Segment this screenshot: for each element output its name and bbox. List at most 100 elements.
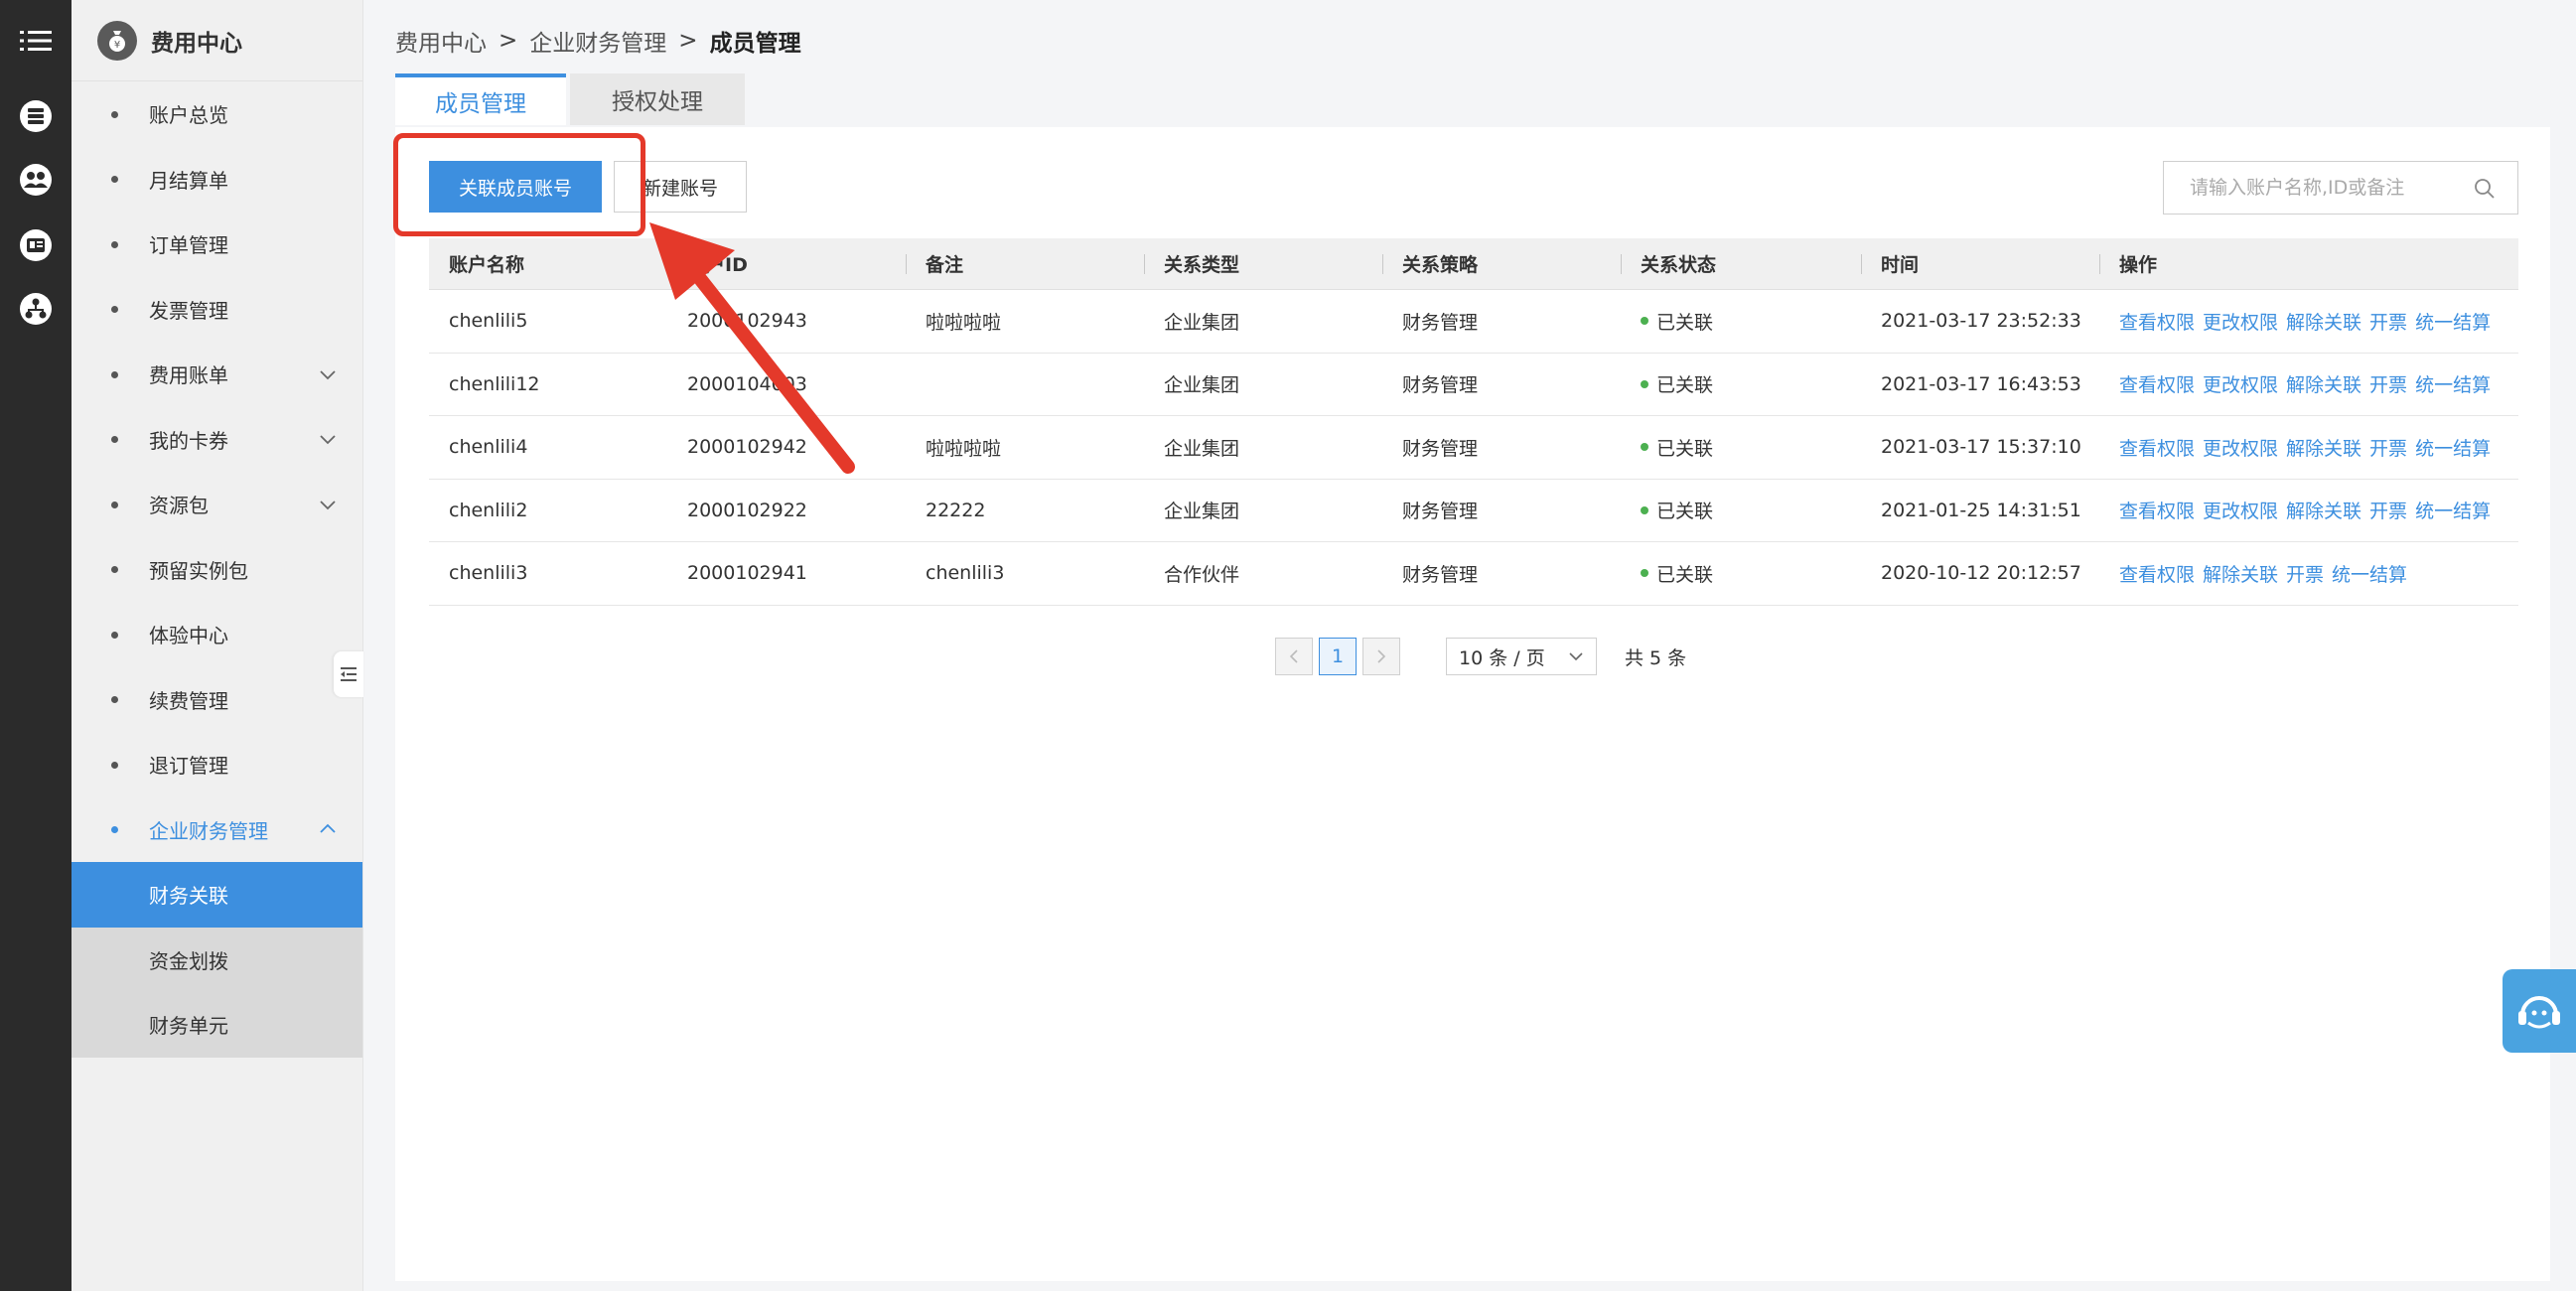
- unified-settlement-link[interactable]: 统一结算: [2415, 370, 2491, 397]
- invoice-link[interactable]: 开票: [2369, 370, 2407, 397]
- cell-account-name: chenlili4: [449, 436, 528, 459]
- chat-robot-icon[interactable]: [2503, 969, 2576, 1053]
- unlink-link[interactable]: 解除关联: [2286, 370, 2361, 397]
- column-header: 关系类型: [1144, 238, 1382, 290]
- column-header: 备注: [906, 238, 1144, 290]
- sidebar-item-resource-packs[interactable]: 资源包: [72, 472, 362, 537]
- cell-relation-type: 企业集团: [1164, 501, 1240, 523]
- sidebar-item-label: 退订管理: [149, 754, 228, 779]
- invoice-link[interactable]: 开票: [2369, 308, 2407, 335]
- cell-remark: 22222: [926, 499, 986, 521]
- view-permission-link[interactable]: 查看权限: [2119, 370, 2195, 397]
- unlink-link[interactable]: 解除关联: [2203, 560, 2278, 587]
- collapse-sidebar-icon[interactable]: [334, 651, 363, 697]
- org-chart-icon[interactable]: [0, 276, 72, 342]
- sidebar-item-coupons[interactable]: 我的卡券: [72, 407, 362, 473]
- status-text: 已关联: [1656, 437, 1714, 460]
- cell-time: 2020-10-12 20:12:57: [1881, 562, 2081, 585]
- cell-account-name: chenlili2: [449, 499, 528, 521]
- breadcrumb-enterprise-finance[interactable]: 企业财务管理: [529, 24, 666, 58]
- unified-settlement-link[interactable]: 统一结算: [2415, 308, 2491, 335]
- sidebar-item-monthly-statement[interactable]: 月结算单: [72, 147, 362, 213]
- menu-icon[interactable]: [0, 8, 72, 73]
- cell-remark: chenlili3: [926, 562, 1005, 585]
- change-permission-link[interactable]: 更改权限: [2203, 308, 2278, 335]
- unified-settlement-link[interactable]: 统一结算: [2415, 497, 2491, 523]
- page-size-select[interactable]: 10 条 / 页: [1446, 638, 1597, 675]
- change-permission-link[interactable]: 更改权限: [2203, 434, 2278, 461]
- bullet-icon: [111, 306, 118, 314]
- prev-page-button[interactable]: [1275, 638, 1313, 675]
- cell-relation-policy: 财务管理: [1402, 374, 1479, 397]
- breadcrumb-separator: >: [499, 28, 518, 54]
- content-panel: 关联成员账号 新建账号 账户名称 账户ID 备注 关系类型 关系策略 关系状态 …: [395, 127, 2550, 1281]
- table-row: chenlili2 2000102922 22222 企业集团 财务管理 已关联…: [429, 480, 2518, 542]
- cell-relation-status: 已关联: [1621, 497, 1861, 523]
- status-dot-icon: [1641, 569, 1648, 578]
- bullet-icon: [111, 501, 118, 508]
- search-box: [2163, 161, 2518, 215]
- column-header: 操作: [2099, 238, 2518, 290]
- view-permission-link[interactable]: 查看权限: [2119, 434, 2195, 461]
- sidebar-item-reserved-instances[interactable]: 预留实例包: [72, 537, 362, 603]
- unlink-link[interactable]: 解除关联: [2286, 308, 2361, 335]
- sidebar-item-bills[interactable]: 费用账单: [72, 342, 362, 407]
- invoice-link[interactable]: 开票: [2286, 560, 2324, 587]
- new-account-button[interactable]: 新建账号: [614, 161, 747, 213]
- unified-settlement-link[interactable]: 统一结算: [2332, 560, 2407, 587]
- cell-remark: 啦啦啦啦: [926, 311, 1002, 334]
- invoice-link[interactable]: 开票: [2369, 434, 2407, 461]
- column-header: 账户名称: [449, 254, 525, 276]
- money-bag-icon: ¥: [97, 20, 137, 61]
- view-permission-link[interactable]: 查看权限: [2119, 560, 2195, 587]
- member-table: 账户名称 账户ID 备注 关系类型 关系策略 关系状态 时间 操作 chenli…: [429, 238, 2518, 606]
- change-permission-link[interactable]: 更改权限: [2203, 497, 2278, 523]
- view-permission-link[interactable]: 查看权限: [2119, 497, 2195, 523]
- sidebar-header: ¥ 费用中心: [72, 0, 362, 81]
- tab-authorization[interactable]: 授权处理: [570, 73, 745, 125]
- next-page-button[interactable]: [1362, 638, 1400, 675]
- page-1-button[interactable]: 1: [1319, 638, 1357, 675]
- cell-relation-type: 企业集团: [1164, 311, 1240, 334]
- search-input[interactable]: [2164, 163, 2462, 213]
- view-permission-link[interactable]: 查看权限: [2119, 308, 2195, 335]
- sidebar-title: 费用中心: [151, 30, 242, 57]
- sidebar-item-account-overview[interactable]: 账户总览: [72, 81, 362, 147]
- search-icon[interactable]: [2474, 178, 2496, 200]
- database-icon[interactable]: [0, 83, 72, 149]
- column-header: 时间: [1861, 238, 2099, 290]
- total-count: 共 5 条: [1625, 646, 1687, 669]
- bullet-icon: [111, 370, 118, 378]
- chevron-down-icon: [320, 370, 336, 380]
- chevron-down-icon: [320, 501, 336, 510]
- cell-time: 2021-01-25 14:31:51: [1881, 499, 2081, 521]
- sidebar-item-orders[interactable]: 订单管理: [72, 212, 362, 277]
- sidebar-item-experience-center[interactable]: 体验中心: [72, 602, 362, 667]
- sidebar-item-renewals[interactable]: 续费管理: [72, 667, 362, 733]
- sidebar-subitem-fund-transfer[interactable]: 资金划拨: [72, 927, 362, 992]
- icon-rail: [0, 0, 72, 1291]
- sidebar-subitem-finance-link[interactable]: 财务关联: [72, 862, 362, 928]
- status-dot-icon: [1641, 317, 1648, 326]
- change-permission-link[interactable]: 更改权限: [2203, 370, 2278, 397]
- page-size-value: 10 条 / 页: [1459, 646, 1545, 669]
- unlink-link[interactable]: 解除关联: [2286, 434, 2361, 461]
- group-icon[interactable]: [0, 147, 72, 213]
- chevron-right-icon: [1377, 649, 1386, 663]
- tab-member-management[interactable]: 成员管理: [395, 73, 566, 125]
- breadcrumb-current: 成员管理: [709, 31, 801, 57]
- bullet-icon: [111, 566, 118, 574]
- breadcrumb-fee-center[interactable]: 费用中心: [395, 24, 487, 58]
- unified-settlement-link[interactable]: 统一结算: [2415, 434, 2491, 461]
- sidebar-item-enterprise-finance[interactable]: 企业财务管理: [72, 797, 362, 863]
- sidebar-item-invoices[interactable]: 发票管理: [72, 277, 362, 343]
- invoice-link[interactable]: 开票: [2369, 497, 2407, 523]
- sidebar-item-unsubscribe[interactable]: 退订管理: [72, 732, 362, 797]
- sidebar-item-label: 预留实例包: [149, 558, 248, 583]
- id-card-icon[interactable]: [0, 213, 72, 278]
- bullet-icon: [111, 436, 118, 444]
- unlink-link[interactable]: 解除关联: [2286, 497, 2361, 523]
- cell-time: 2021-03-17 16:43:53: [1881, 372, 2081, 395]
- link-member-account-button[interactable]: 关联成员账号: [429, 161, 602, 213]
- sidebar-subitem-finance-unit[interactable]: 财务单元: [72, 992, 362, 1058]
